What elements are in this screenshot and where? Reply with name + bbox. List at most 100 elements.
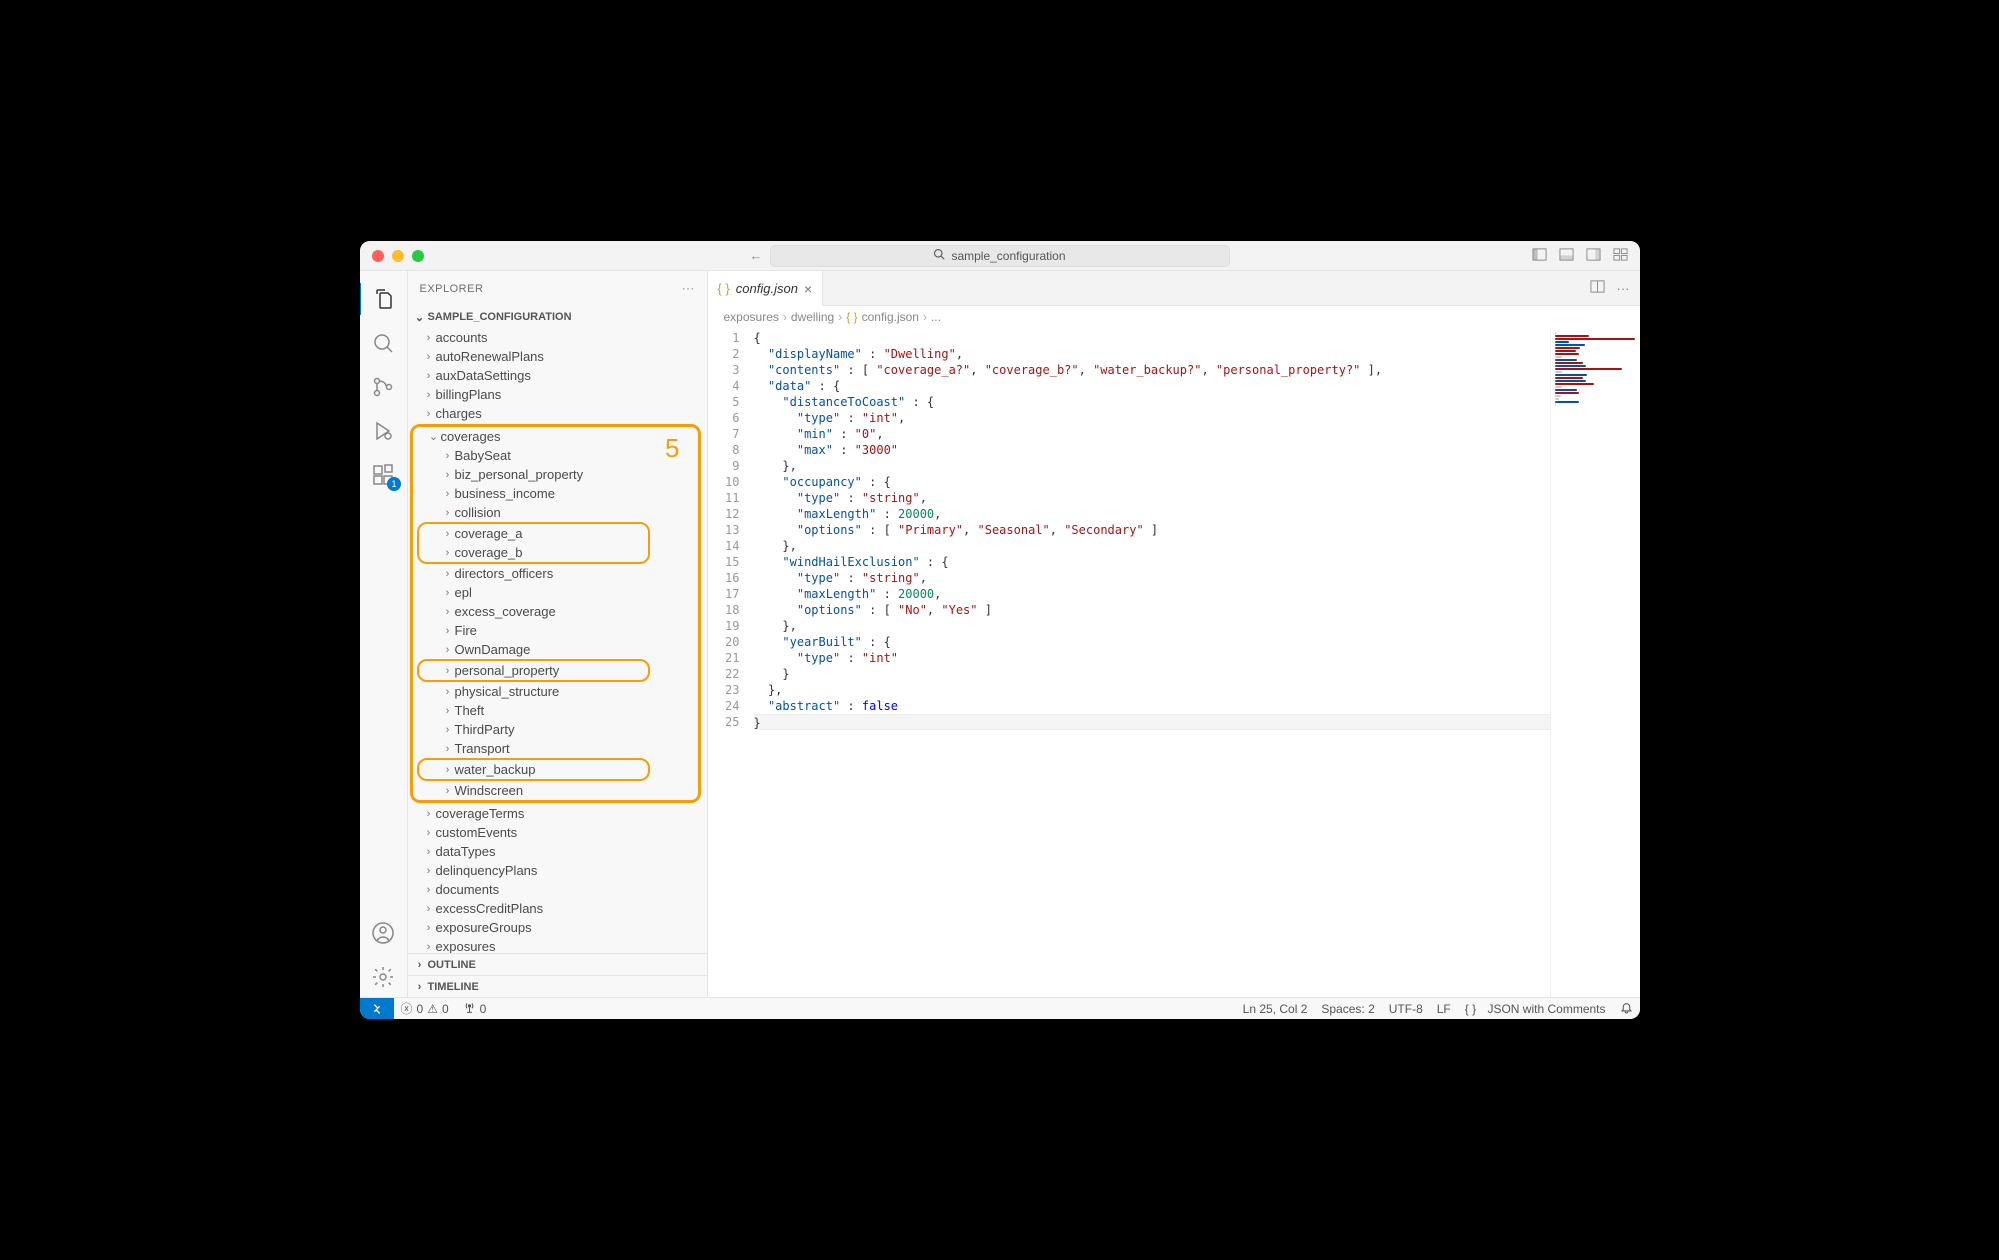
folder-epl[interactable]: epl [413,583,698,602]
command-center[interactable]: sample_configuration [770,245,1230,267]
project-name: SAMPLE_CONFIGURATION [428,311,572,323]
callout-highlight-box: 5 coverages BabySeatbiz_personal_propert… [410,424,701,803]
activity-extensions-icon[interactable]: 1 [360,455,408,495]
status-cursor-position[interactable]: Ln 25, Col 2 [1236,1002,1315,1016]
breadcrumbs[interactable]: exposures › dwelling › { } config.json ›… [708,306,1640,328]
layout-controls [1532,247,1628,265]
folder-delinquencyPlans[interactable]: delinquencyPlans [408,861,707,880]
folder-dataTypes[interactable]: dataTypes [408,842,707,861]
folder-customEvents[interactable]: customEvents [408,823,707,842]
tab-label: config.json [736,281,798,296]
status-eol[interactable]: LF [1430,1002,1458,1016]
folder-collision[interactable]: collision [413,503,698,522]
folder-ThirdParty[interactable]: ThirdParty [413,720,698,739]
callout-number: 5 [665,433,679,464]
code-editor[interactable]: 1234567891011121314151617181920212223242… [708,328,1640,997]
tab-config-json[interactable]: { } config.json × [708,271,824,305]
activity-settings-icon[interactable] [360,957,408,997]
radio-tower-icon [463,1001,476,1017]
remote-indicator[interactable] [360,998,394,1020]
outline-section[interactable]: ›OUTLINE [408,953,707,975]
folder-exposureGroups[interactable]: exposureGroups [408,918,707,937]
activity-explorer-icon[interactable] [360,279,408,319]
json-file-icon: { } [846,310,857,324]
status-language[interactable]: { } JSON with Comments [1458,1002,1613,1016]
folder-biz_personal_property[interactable]: biz_personal_property [413,465,698,484]
customize-layout-icon[interactable] [1613,247,1628,265]
toggle-secondary-sidebar-icon[interactable] [1586,247,1601,265]
folder-excess_coverage[interactable]: excess_coverage [413,602,698,621]
status-notifications-icon[interactable] [1613,1002,1640,1016]
folder-Transport[interactable]: Transport [413,739,698,758]
extensions-badge: 1 [387,477,401,491]
nav-back-icon[interactable]: ← [750,248,763,263]
activity-source-control-icon[interactable] [360,367,408,407]
split-editor-icon[interactable] [1590,279,1605,297]
folder-water_backup[interactable]: water_backup [419,760,648,779]
command-center-text: sample_configuration [951,249,1065,263]
toggle-panel-icon[interactable] [1559,247,1574,265]
folder-Theft[interactable]: Theft [413,701,698,720]
status-encoding[interactable]: UTF-8 [1382,1002,1430,1016]
file-tree[interactable]: ⌄ SAMPLE_CONFIGURATION accountsautoRenew… [408,306,707,953]
folder-coverage_b[interactable]: coverage_b [419,543,648,562]
code-content[interactable]: { "displayName" : "Dwelling", "contents"… [754,328,1550,997]
toggle-primary-sidebar-icon[interactable] [1532,247,1547,265]
sidebar-header: EXPLORER ··· [408,271,707,306]
vscode-window: ← → sample_configuration [360,241,1640,1019]
folder-personal_property[interactable]: personal_property [419,661,648,680]
folder-auxDataSettings[interactable]: auxDataSettings [408,366,707,385]
breadcrumb-item[interactable]: exposures [724,310,779,324]
folder-billingPlans[interactable]: billingPlans [408,385,707,404]
status-problems[interactable]: ⓧ0 ⚠0 [394,1000,456,1017]
folder-autoRenewalPlans[interactable]: autoRenewalPlans [408,347,707,366]
folder-excessCreditPlans[interactable]: excessCreditPlans [408,899,707,918]
folder-OwnDamage[interactable]: OwnDamage [413,640,698,659]
explorer-sidebar: EXPLORER ··· ⌄ SAMPLE_CONFIGURATION acco… [408,271,708,997]
project-root[interactable]: ⌄ SAMPLE_CONFIGURATION [408,306,707,328]
folder-charges[interactable]: charges [408,404,707,423]
status-indentation[interactable]: Spaces: 2 [1314,1002,1381,1016]
editor-more-icon[interactable]: ··· [1617,281,1630,296]
folder-business_income[interactable]: business_income [413,484,698,503]
callout-highlight-item: personal_property [417,659,650,682]
activity-bar: 1 [360,271,408,997]
status-bar: ⓧ0 ⚠0 0 Ln 25, Col 2 Spaces: 2 UTF-8 LF … [360,997,1640,1019]
warning-icon: ⚠ [427,1002,438,1016]
activity-accounts-icon[interactable] [360,913,408,953]
callout-highlight-item: coverage_acoverage_b [417,522,650,564]
timeline-section[interactable]: ›TIMELINE [408,975,707,997]
editor-actions: ··· [1590,271,1640,305]
folder-physical_structure[interactable]: physical_structure [413,682,698,701]
sidebar-more-icon[interactable]: ··· [682,283,695,295]
activity-search-icon[interactable] [360,323,408,363]
folder-documents[interactable]: documents [408,880,707,899]
error-icon: ⓧ [401,1000,413,1017]
minimize-window-icon[interactable] [392,250,404,262]
folder-directors_officers[interactable]: directors_officers [413,564,698,583]
titlebar: ← → sample_configuration [360,241,1640,271]
editor-group: { } config.json × ··· exposures › dwelli… [708,271,1640,997]
sidebar-title: EXPLORER [420,283,484,295]
editor-tabs: { } config.json × ··· [708,271,1640,306]
minimap[interactable] [1550,328,1640,997]
line-number-gutter: 1234567891011121314151617181920212223242… [708,328,754,997]
breadcrumb-item[interactable]: config.json [862,310,919,324]
folder-coverageTerms[interactable]: coverageTerms [408,804,707,823]
search-icon [933,248,945,263]
maximize-window-icon[interactable] [412,250,424,262]
folder-coverages[interactable]: coverages [413,427,698,446]
close-tab-icon[interactable]: × [804,281,812,297]
folder-BabySeat[interactable]: BabySeat [413,446,698,465]
breadcrumb-item[interactable]: dwelling [791,310,834,324]
callout-highlight-item: water_backup [417,758,650,781]
close-window-icon[interactable] [372,250,384,262]
breadcrumb-item[interactable]: ... [931,310,941,324]
status-ports[interactable]: 0 [456,1001,494,1017]
folder-Windscreen[interactable]: Windscreen [413,781,698,800]
folder-Fire[interactable]: Fire [413,621,698,640]
folder-accounts[interactable]: accounts [408,328,707,347]
activity-run-debug-icon[interactable] [360,411,408,451]
folder-exposures[interactable]: exposures [408,937,707,953]
folder-coverage_a[interactable]: coverage_a [419,524,648,543]
